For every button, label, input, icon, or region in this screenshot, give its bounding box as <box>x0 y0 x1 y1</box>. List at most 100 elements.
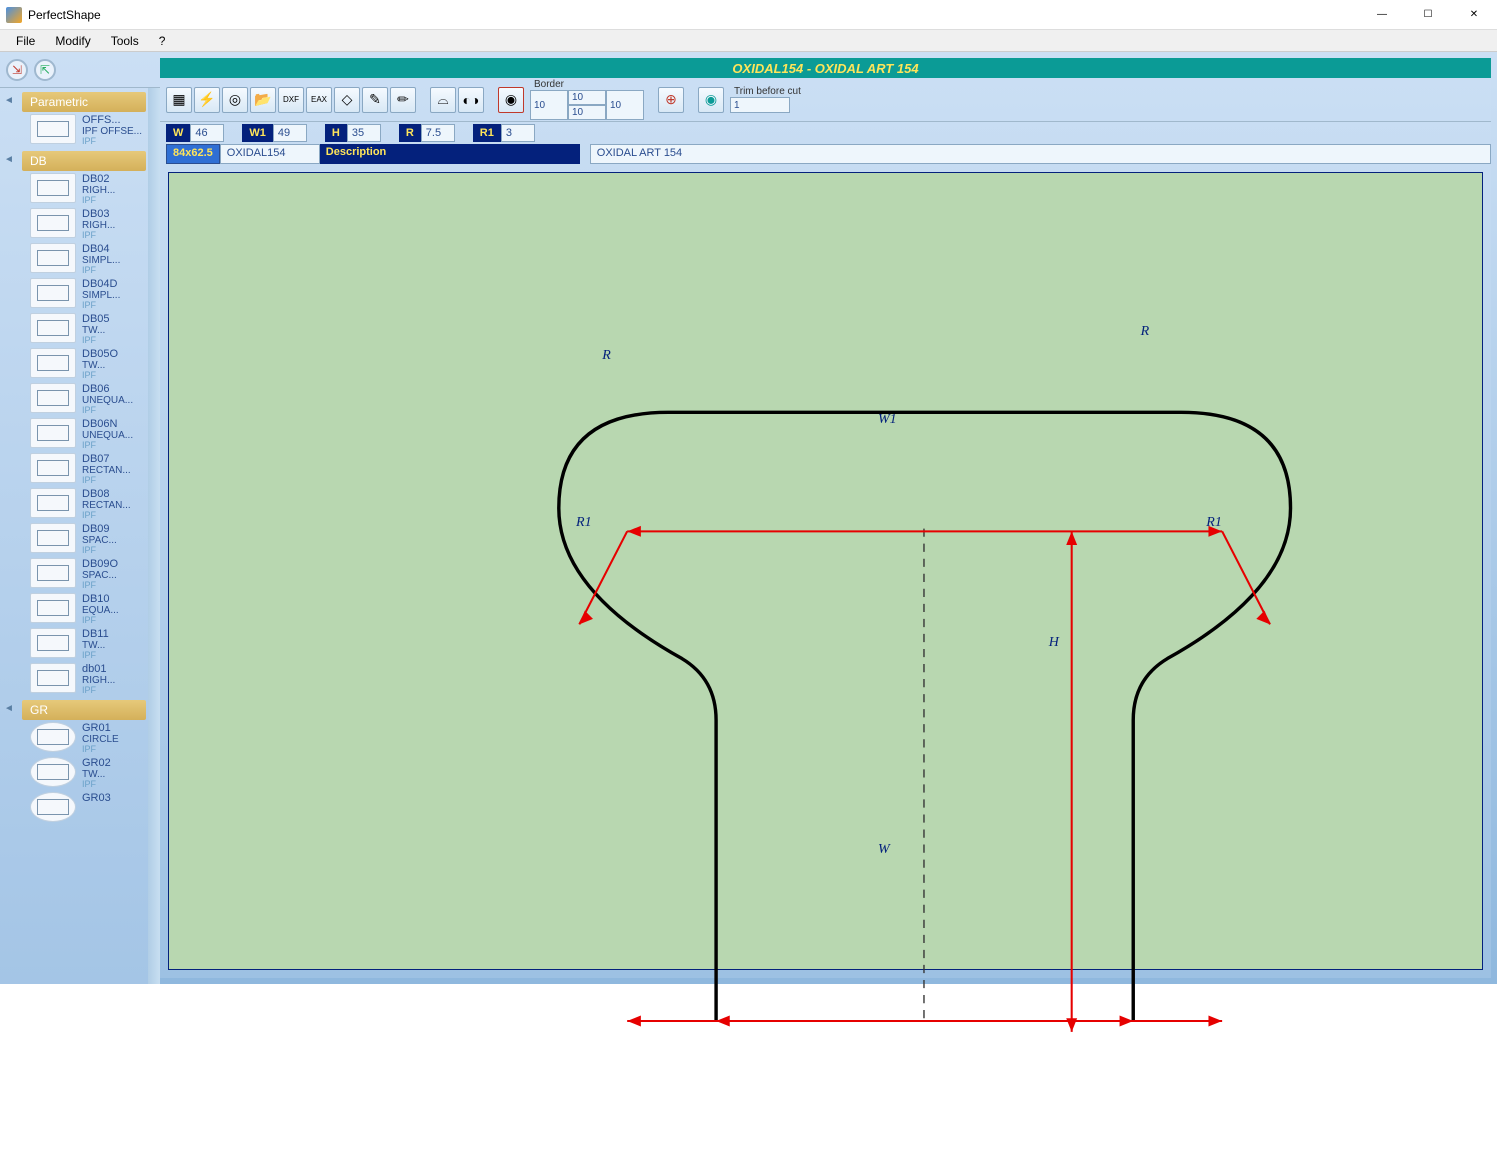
sidebar-list[interactable]: Parametric OFFS... IPF OFFSE... IPF DB D… <box>0 88 160 984</box>
info-name[interactable]: OXIDAL154 <box>220 144 320 164</box>
bolt-icon[interactable]: ⚡ <box>194 87 220 113</box>
shape-tag: IPF <box>82 441 133 451</box>
grid-icon[interactable]: ▦ <box>166 87 192 113</box>
shape-code: DB02 <box>82 173 115 185</box>
toolbar: ▦ ⚡ ◎ 📂 DXF EAX ◇ ✎ ✏ ⌓ ◐◑ ◉ Border 10 1… <box>160 78 1491 122</box>
sidebar-item-gr02[interactable]: GR02 TW... IPF <box>30 757 148 790</box>
sidebar-item-db06[interactable]: DB06 UNEQUA... IPF <box>30 383 148 416</box>
border-top[interactable]: 10 <box>568 90 606 105</box>
sidebar-item-db09o[interactable]: DB09O SPAC... IPF <box>30 558 148 591</box>
shape-code: OFFS... <box>82 114 142 126</box>
shape-thumb <box>30 278 76 308</box>
sidebar-top: ⇲ ⇱ <box>0 52 160 88</box>
param-H-label: H <box>325 124 347 142</box>
trim-value[interactable]: 1 <box>730 97 790 113</box>
open-icon[interactable]: 📂 <box>250 87 276 113</box>
sidebar-item-db11[interactable]: DB11 TW... IPF <box>30 628 148 661</box>
shape-tag: IPF <box>82 686 115 696</box>
sidebar-item-db04[interactable]: DB04 SIMPL... IPF <box>30 243 148 276</box>
shape-tag: IPF <box>82 476 131 486</box>
sidebar-item-db10[interactable]: DB10 EQUA... IPF <box>30 593 148 626</box>
sidebar-item-db08[interactable]: DB08 RECTAN... IPF <box>30 488 148 521</box>
sidebar-item-gr03[interactable]: GR03 <box>30 792 148 822</box>
shape-thumb <box>30 757 76 787</box>
center-icon[interactable]: ⊕ <box>658 87 684 113</box>
document-title: OXIDAL154 - OXIDAL ART 154 <box>160 58 1491 78</box>
shape-tag: IPF <box>82 546 117 556</box>
label-H: H <box>1049 635 1059 651</box>
sidebar-item-gr01[interactable]: GR01 CIRCLE IPF <box>30 722 148 755</box>
category-db[interactable]: DB <box>22 151 146 171</box>
canvas[interactable]: R R R1 R1 W1 H W <box>168 172 1483 970</box>
close-button[interactable]: ✕ <box>1451 0 1497 30</box>
caliper-icon[interactable]: ⌓ <box>430 87 456 113</box>
sidebar-item-db04d[interactable]: DB04D SIMPL... IPF <box>30 278 148 311</box>
sidebar-scrollbar[interactable] <box>148 88 160 984</box>
shape-thumb <box>30 348 76 378</box>
pencil-icon[interactable]: ✎ <box>362 87 388 113</box>
shape-thumb <box>30 453 76 483</box>
param-W[interactable]: 46 <box>190 124 224 142</box>
shape-thumb <box>30 383 76 413</box>
label-R1-left: R1 <box>576 515 592 531</box>
menu-help[interactable]: ? <box>149 31 176 51</box>
shape-tag: IPF <box>82 266 120 276</box>
menubar: File Modify Tools ? <box>0 30 1497 52</box>
category-parametric[interactable]: Parametric <box>22 92 146 112</box>
menu-file[interactable]: File <box>6 31 45 51</box>
menu-modify[interactable]: Modify <box>45 31 100 51</box>
label-R-left: R <box>602 348 611 364</box>
shape-thumb <box>30 313 76 343</box>
eax-icon[interactable]: EAX <box>306 87 332 113</box>
redcircle-icon[interactable]: ◉ <box>498 87 524 113</box>
info-desc[interactable]: OXIDAL ART 154 <box>590 144 1491 164</box>
sidebar-item-offset[interactable]: OFFS... IPF OFFSE... IPF <box>30 114 148 147</box>
sidebar: ⇲ ⇱ Parametric OFFS... IPF OFFSE... IPF … <box>0 52 160 984</box>
bluecircle-icon[interactable]: ◉ <box>698 87 724 113</box>
edit-icon[interactable]: ✏ <box>390 87 416 113</box>
border-right[interactable]: 10 <box>606 90 644 120</box>
minimize-button[interactable]: — <box>1359 0 1405 30</box>
shape-tag: IPF <box>82 336 110 346</box>
shape-tag: IPF <box>82 137 142 147</box>
shape-code: DB05O <box>82 348 118 360</box>
param-W1[interactable]: 49 <box>273 124 307 142</box>
shape-thumb <box>30 792 76 822</box>
shape-code: DB04D <box>82 278 120 290</box>
collapse-in-icon[interactable]: ⇲ <box>6 59 28 81</box>
info-desc-label: Description <box>320 144 580 164</box>
sidebar-item-db05o[interactable]: DB05O TW... IPF <box>30 348 148 381</box>
param-R[interactable]: 7.5 <box>421 124 455 142</box>
sidebar-item-db05[interactable]: DB05 TW... IPF <box>30 313 148 346</box>
param-R1[interactable]: 3 <box>501 124 535 142</box>
shape-code: DB10 <box>82 593 119 605</box>
shape-code: DB06N <box>82 418 133 430</box>
sidebar-item-db03[interactable]: DB03 RIGH... IPF <box>30 208 148 241</box>
shape-thumb <box>30 523 76 553</box>
sidebar-item-db01[interactable]: db01 RIGH... IPF <box>30 663 148 696</box>
shape-code: DB04 <box>82 243 120 255</box>
sidebar-item-db06n[interactable]: DB06N UNEQUA... IPF <box>30 418 148 451</box>
erase-icon[interactable]: ◇ <box>334 87 360 113</box>
shape-code: DB06 <box>82 383 133 395</box>
category-gr[interactable]: GR <box>22 700 146 720</box>
sidebar-item-db02[interactable]: DB02 RIGH... IPF <box>30 173 148 206</box>
border-left[interactable]: 10 <box>530 90 568 120</box>
expand-out-icon[interactable]: ⇱ <box>34 59 56 81</box>
sidebar-item-db07[interactable]: DB07 RECTAN... IPF <box>30 453 148 486</box>
maximize-button[interactable]: ☐ <box>1405 0 1451 30</box>
menu-tools[interactable]: Tools <box>101 31 149 51</box>
target-icon[interactable]: ◎ <box>222 87 248 113</box>
dxf-icon[interactable]: DXF <box>278 87 304 113</box>
shape-thumb <box>30 114 76 144</box>
border-bottom[interactable]: 10 <box>568 105 606 120</box>
sidebar-item-db09[interactable]: DB09 SPAC... IPF <box>30 523 148 556</box>
shape-code: GR01 <box>82 722 119 734</box>
param-H[interactable]: 35 <box>347 124 381 142</box>
label-W: W <box>878 842 890 858</box>
param-W1-label: W1 <box>242 124 273 142</box>
label-R1-right: R1 <box>1206 515 1222 531</box>
param-R1-label: R1 <box>473 124 501 142</box>
mirror-icon[interactable]: ◐◑ <box>458 87 484 113</box>
shape-code: GR03 <box>82 792 111 804</box>
